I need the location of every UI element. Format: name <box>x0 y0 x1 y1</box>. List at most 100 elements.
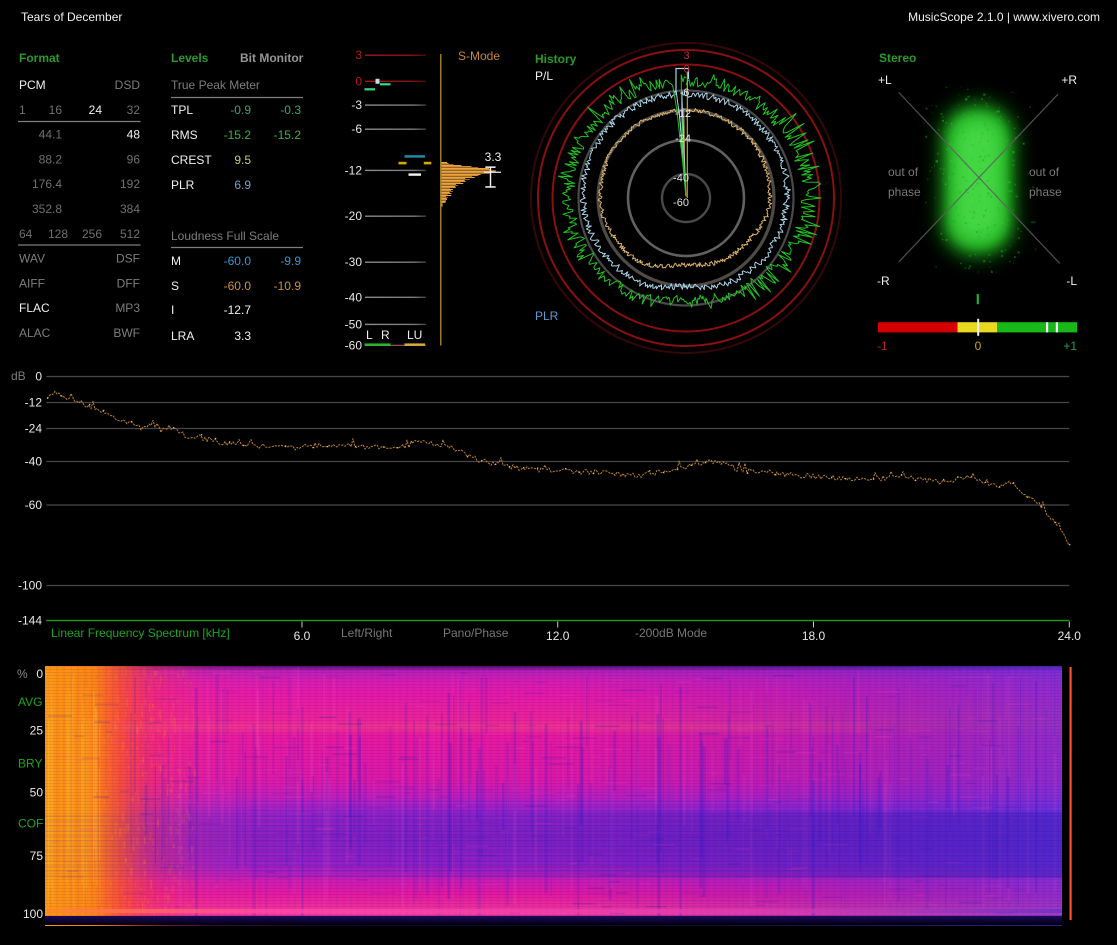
svg-text:192: 192 <box>120 177 140 191</box>
svg-text:Stereo: Stereo <box>879 51 916 65</box>
svg-text:75: 75 <box>30 849 44 863</box>
svg-text:100: 100 <box>23 907 43 921</box>
svg-text:DFF: DFF <box>117 276 140 290</box>
svg-text:DSF: DSF <box>116 252 140 266</box>
svg-text:-60: -60 <box>673 197 689 209</box>
svg-text:M: M <box>171 254 181 268</box>
svg-text:12.0: 12.0 <box>546 629 570 643</box>
svg-text:-50: -50 <box>345 317 363 331</box>
svg-text:L: L <box>366 328 373 342</box>
svg-text:0: 0 <box>975 339 982 353</box>
svg-text:Linear Frequency Spectrum [kHz: Linear Frequency Spectrum [kHz] <box>51 626 230 640</box>
svg-text:-40: -40 <box>673 173 689 185</box>
svg-text:-12: -12 <box>675 108 691 120</box>
svg-text:CREST: CREST <box>171 153 212 167</box>
svg-text:-15.2: -15.2 <box>224 128 252 142</box>
svg-text:3.3: 3.3 <box>234 329 251 343</box>
svg-text:R: R <box>381 328 390 342</box>
svg-text:+L: +L <box>878 73 892 87</box>
svg-text:44.1: 44.1 <box>39 128 63 142</box>
svg-text:LRA: LRA <box>171 329 194 343</box>
svg-text:BRY: BRY <box>18 757 42 771</box>
svg-text:PLR: PLR <box>535 309 559 323</box>
svg-text:88.2: 88.2 <box>39 152 63 166</box>
svg-text:LU: LU <box>407 328 422 342</box>
svg-text:16: 16 <box>49 103 63 117</box>
svg-text:128: 128 <box>48 227 68 241</box>
svg-text:WAV: WAV <box>19 252 45 266</box>
svg-text:-60: -60 <box>345 338 363 352</box>
svg-text:512: 512 <box>120 227 140 241</box>
svg-text:384: 384 <box>120 202 140 216</box>
svg-text:BWF: BWF <box>113 326 140 340</box>
svg-text:+1: +1 <box>1063 339 1077 353</box>
svg-text:MusicScope 2.1.0 | www.xivero.: MusicScope 2.1.0 | www.xivero.com <box>908 10 1100 24</box>
svg-text:256: 256 <box>82 227 102 241</box>
svg-text:DSD: DSD <box>115 78 141 92</box>
svg-text:-L: -L <box>1066 274 1077 288</box>
svg-text:0: 0 <box>683 64 689 76</box>
svg-text:History: History <box>535 52 577 66</box>
svg-text:24: 24 <box>89 103 103 117</box>
svg-text:3.3: 3.3 <box>485 150 502 164</box>
svg-text:PLR: PLR <box>171 178 195 192</box>
svg-text:S: S <box>171 279 179 293</box>
svg-text:-1: -1 <box>877 339 888 353</box>
svg-text:-40: -40 <box>345 290 363 304</box>
svg-text:-0.3: -0.3 <box>280 103 301 117</box>
svg-text:0: 0 <box>36 667 43 681</box>
svg-text:176.4: 176.4 <box>32 177 62 191</box>
svg-text:I: I <box>171 303 174 317</box>
svg-text:dB: dB <box>11 369 26 383</box>
svg-text:-R: -R <box>877 274 890 288</box>
svg-text:AVG: AVG <box>18 695 42 709</box>
svg-text:-60.0: -60.0 <box>224 254 252 268</box>
svg-text:COF: COF <box>18 817 43 831</box>
svg-text:ALAC: ALAC <box>19 326 51 340</box>
svg-text:P/L: P/L <box>535 69 553 83</box>
svg-text:S-Mode: S-Mode <box>458 49 500 63</box>
svg-text:phase: phase <box>1029 185 1062 199</box>
svg-text:64: 64 <box>19 227 33 241</box>
svg-text:96: 96 <box>127 152 141 166</box>
svg-text:MP3: MP3 <box>115 301 140 315</box>
svg-text:Format: Format <box>19 51 60 65</box>
svg-text:50: 50 <box>30 786 44 800</box>
svg-text:phase: phase <box>888 185 921 199</box>
svg-text:-9.9: -9.9 <box>280 254 301 268</box>
svg-text:RMS: RMS <box>171 128 198 142</box>
svg-text:AIFF: AIFF <box>19 276 45 290</box>
svg-text:out of: out of <box>888 165 919 179</box>
svg-text:-24: -24 <box>675 133 691 145</box>
svg-text:-30: -30 <box>345 255 363 269</box>
svg-text:3: 3 <box>355 48 362 62</box>
svg-text:18.0: 18.0 <box>802 629 826 643</box>
svg-text:-3: -3 <box>351 98 362 112</box>
svg-text:0: 0 <box>355 74 362 88</box>
svg-text:-24: -24 <box>25 422 43 436</box>
svg-text:Levels: Levels <box>171 51 209 65</box>
svg-text:Loudness Full Scale: Loudness Full Scale <box>171 229 279 243</box>
svg-text:6.0: 6.0 <box>294 629 311 643</box>
svg-text:9.5: 9.5 <box>234 153 251 167</box>
svg-text:Left/Right: Left/Right <box>341 626 393 640</box>
svg-text:1: 1 <box>19 103 26 117</box>
svg-text:-200dB Mode: -200dB Mode <box>635 626 707 640</box>
svg-text:TPL: TPL <box>171 103 193 117</box>
svg-text:3: 3 <box>683 50 689 62</box>
svg-text:6.9: 6.9 <box>234 178 251 192</box>
svg-text:-6: -6 <box>680 87 690 99</box>
svg-text:48: 48 <box>127 128 141 142</box>
svg-text:-144: -144 <box>18 614 42 628</box>
svg-text:PCM: PCM <box>19 78 46 92</box>
svg-text:-100: -100 <box>18 579 42 593</box>
svg-text:Tears of December: Tears of December <box>21 10 122 24</box>
svg-text:-10.9: -10.9 <box>274 279 302 293</box>
svg-text:-12.7: -12.7 <box>224 303 252 317</box>
svg-text:32: 32 <box>127 103 141 117</box>
svg-text:-6: -6 <box>351 122 362 136</box>
svg-text:FLAC: FLAC <box>19 301 50 315</box>
svg-text:24.0: 24.0 <box>1058 629 1082 643</box>
svg-text:-0.9: -0.9 <box>230 103 251 117</box>
svg-text:True Peak Meter: True Peak Meter <box>171 78 260 92</box>
